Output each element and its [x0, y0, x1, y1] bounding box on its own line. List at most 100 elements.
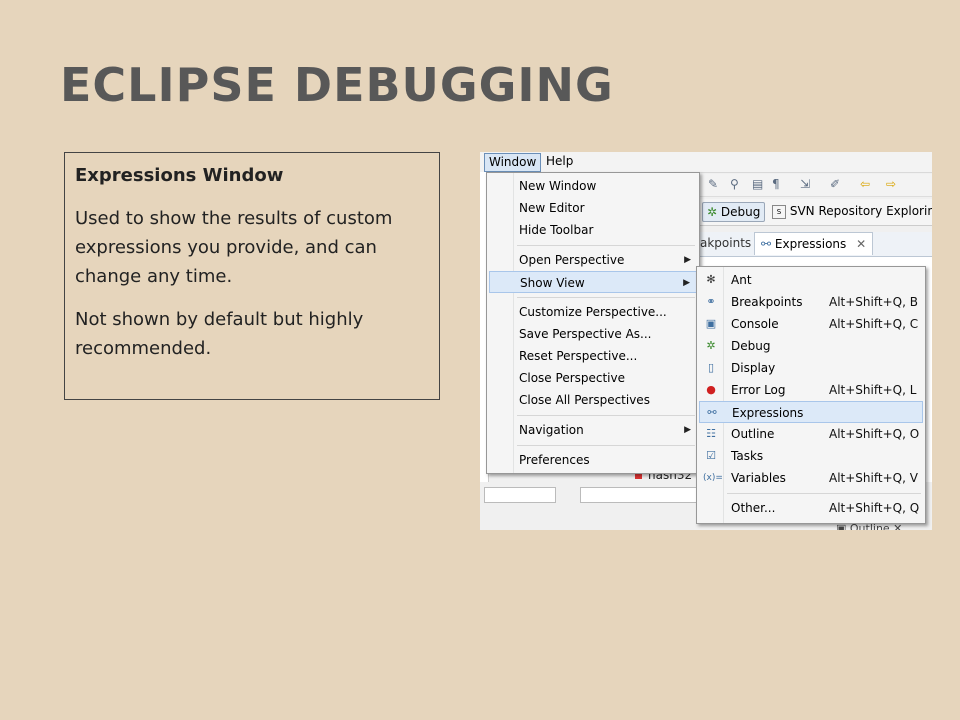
close-icon[interactable]: ✕ — [856, 237, 866, 251]
menu-item-label: Hide Toolbar — [519, 223, 594, 237]
display-icon: ▯ — [707, 361, 715, 374]
view-item-label: Debug — [731, 339, 771, 353]
tab-expressions[interactable]: ⚯ Expressions ✕ — [754, 232, 874, 255]
menu-item-close-perspective[interactable]: Close Perspective — [489, 367, 697, 389]
back-icon[interactable]: ⇦ — [860, 177, 870, 191]
menu-item-label: Preferences — [519, 453, 590, 467]
window-menu: New Window New Editor Hide Toolbar Open … — [486, 172, 700, 474]
bug-icon: ✲ — [707, 205, 718, 219]
submenu-arrow-icon: ▶ — [684, 255, 691, 265]
error-log-icon: ● — [706, 383, 716, 396]
view-tabs: akpoints ⚯ Expressions ✕ — [700, 232, 932, 257]
view-item-tasks[interactable]: ☑ Tasks — [699, 445, 923, 467]
expressions-icon: ⚯ — [707, 406, 717, 419]
pilcrow-icon[interactable]: ¶ — [772, 177, 780, 191]
menu-item-preferences[interactable]: Preferences — [489, 449, 697, 471]
menu-item-label: Customize Perspective... — [519, 305, 667, 319]
view-item-variables[interactable]: (x)= Variables Alt+Shift+Q, V — [699, 467, 923, 489]
view-item-debug[interactable]: ✲ Debug — [699, 335, 923, 357]
menu-separator — [517, 297, 695, 298]
forward-icon[interactable]: ⇨ — [886, 177, 896, 191]
console-icon: ▣ — [705, 317, 717, 330]
wand-icon[interactable]: ✎ — [708, 177, 718, 191]
menu-item-hide-toolbar[interactable]: Hide Toolbar — [489, 219, 697, 241]
menu-separator — [727, 493, 921, 494]
tasks-icon: ☑ — [706, 449, 716, 462]
menu-item-reset-perspective[interactable]: Reset Perspective... — [489, 345, 697, 367]
shortcut-label: Alt+Shift+Q, C — [829, 317, 919, 331]
perspective-debug[interactable]: ✲ Debug — [702, 202, 766, 222]
nav-icon[interactable]: ⇲ — [800, 177, 810, 191]
svn-icon: S — [772, 204, 786, 219]
menu-item-label: New Window — [519, 179, 597, 193]
menu-separator — [517, 245, 695, 246]
horizontal-scrollbar-left[interactable] — [484, 487, 556, 503]
shortcut-label: Alt+Shift+Q, Q — [829, 501, 920, 515]
perspective-debug-label: Debug — [720, 205, 761, 219]
submenu-arrow-icon: ▶ — [684, 425, 691, 435]
menu-item-label: Save Perspective As... — [519, 327, 652, 341]
view-item-breakpoints[interactable]: ⚭ Breakpoints Alt+Shift+Q, B — [699, 291, 923, 313]
box-heading: Expressions Window — [75, 165, 284, 186]
box-paragraph-2: Not shown by default but highly recommen… — [75, 309, 364, 359]
perspective-svn-label: SVN Repository Exploring — [789, 204, 932, 218]
menu-item-open-perspective[interactable]: Open Perspective ▶ — [489, 249, 697, 271]
submenu-arrow-icon: ▶ — [683, 278, 690, 288]
menu-help[interactable]: Help — [542, 153, 577, 170]
menu-item-label: Reset Perspective... — [519, 349, 638, 363]
menu-bar: Window Help — [480, 152, 932, 173]
menu-item-label: Close All Perspectives — [519, 393, 650, 407]
menu-item-label: Navigation — [519, 423, 584, 437]
eclipse-screenshot: Window Help ✎ ⚲ ▤ ¶ ⇲ ✐ ⇦ ⇨ ✲ Debug S SV… — [480, 152, 932, 530]
view-item-label: Display — [731, 361, 776, 375]
expressions-icon: ⚯ — [761, 237, 772, 251]
view-item-error-log[interactable]: ● Error Log Alt+Shift+Q, L — [699, 379, 923, 401]
edit-icon[interactable]: ✐ — [830, 177, 840, 191]
perspective-svn[interactable]: S SVN Repository Exploring — [772, 202, 932, 220]
variables-icon: (x)= — [703, 473, 723, 483]
view-item-console[interactable]: ▣ Console Alt+Shift+Q, C — [699, 313, 923, 335]
description-box: Expressions Window Used to show the resu… — [64, 152, 440, 400]
view-item-label: Tasks — [731, 449, 764, 463]
link-icon[interactable]: ⚲ — [730, 177, 739, 191]
menu-separator — [517, 415, 695, 416]
menu-item-close-all-perspectives[interactable]: Close All Perspectives — [489, 389, 697, 411]
box-paragraph-1: Used to show the results of custom expre… — [75, 208, 393, 287]
menu-separator — [517, 445, 695, 446]
view-item-label: Other... — [731, 501, 776, 515]
ant-icon: ✻ — [706, 273, 716, 286]
menu-window[interactable]: Window — [484, 153, 542, 172]
format-icon[interactable]: ▤ — [752, 177, 763, 191]
view-item-label: Outline — [731, 427, 775, 441]
tab-expressions-label: Expressions — [774, 237, 847, 251]
menu-item-label: Close Perspective — [519, 371, 626, 385]
menu-item-save-perspective[interactable]: Save Perspective As... — [489, 323, 697, 345]
view-item-ant[interactable]: ✻ Ant — [699, 269, 923, 291]
view-item-label: Variables — [731, 471, 786, 485]
shortcut-label: Alt+Shift+Q, V — [829, 471, 918, 485]
shortcut-label: Alt+Shift+Q, O — [829, 427, 920, 441]
menu-item-label: New Editor — [519, 201, 585, 215]
horizontal-scrollbar-right[interactable] — [580, 487, 702, 503]
slide-title: ECLIPSE DEBUGGING — [60, 58, 614, 112]
main-toolbar: ✎ ⚲ ▤ ¶ ⇲ ✐ ⇦ ⇨ — [700, 174, 932, 197]
menu-item-new-editor[interactable]: New Editor — [489, 197, 697, 219]
tab-breakpoints[interactable]: akpoints — [700, 236, 751, 250]
shortcut-label: Alt+Shift+Q, B — [829, 295, 918, 309]
perspective-bar: ✲ Debug S SVN Repository Exploring — [700, 199, 932, 226]
view-item-label: Console — [731, 317, 779, 331]
bug-icon: ✲ — [706, 339, 716, 352]
view-item-expressions[interactable]: ⚯ Expressions — [699, 401, 923, 423]
show-view-submenu: ✻ Ant ⚭ Breakpoints Alt+Shift+Q, B ▣ Con… — [696, 266, 926, 524]
view-item-other[interactable]: Other... Alt+Shift+Q, Q — [699, 497, 923, 519]
menu-item-new-window[interactable]: New Window — [489, 175, 697, 197]
view-item-label: Breakpoints — [731, 295, 803, 309]
shortcut-label: Alt+Shift+Q, L — [829, 383, 917, 397]
menu-item-show-view[interactable]: Show View ▶ — [489, 271, 697, 293]
view-item-label: Expressions — [732, 406, 804, 420]
view-item-display[interactable]: ▯ Display — [699, 357, 923, 379]
menu-item-navigation[interactable]: Navigation ▶ — [489, 419, 697, 441]
view-item-outline[interactable]: ☷ Outline Alt+Shift+Q, O — [699, 423, 923, 445]
menu-item-customize-perspective[interactable]: Customize Perspective... — [489, 301, 697, 323]
menu-item-label: Open Perspective — [519, 253, 625, 267]
